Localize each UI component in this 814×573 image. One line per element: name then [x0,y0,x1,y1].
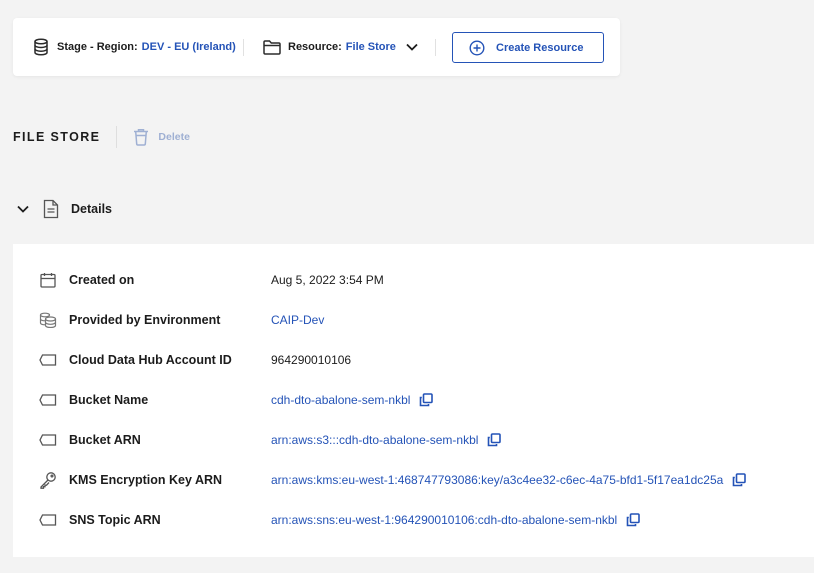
stage-region-value[interactable]: DEV - EU (Ireland) [142,41,236,53]
sns-topic-arn-link[interactable]: arn:aws:sns:eu-west-1:964290010106:cdh-d… [271,513,617,527]
create-resource-label: Create Resource [496,41,584,54]
resource-value[interactable]: File Store [346,41,396,53]
tag-icon [39,511,57,529]
delete-button[interactable]: Delete [133,128,190,146]
detail-label: Created on [69,273,135,287]
detail-row-bucket-arn: Bucket ARN arn:aws:s3:::cdh-dto-abalone-… [13,429,814,451]
detail-row-account-id: Cloud Data Hub Account ID 964290010106 [13,349,814,371]
calendar-icon [39,271,57,289]
detail-label: Bucket Name [69,393,149,407]
kms-key-arn-link[interactable]: arn:aws:kms:eu-west-1:468747793086:key/a… [271,473,723,487]
bucket-arn-link[interactable]: arn:aws:s3:::cdh-dto-abalone-sem-nkbl [271,433,478,447]
resource-label: Resource: [288,41,342,53]
details-header[interactable]: Details [15,196,112,222]
copy-icon[interactable] [487,433,502,447]
tag-icon [39,351,57,369]
create-resource-button[interactable]: Create Resource [452,32,604,63]
resource-selector[interactable]: Resource: File Store [263,18,418,76]
toolbar-divider [243,39,244,56]
detail-label: KMS Encryption Key ARN [69,473,223,487]
bucket-name-link[interactable]: cdh-dto-abalone-sem-nkbl [271,393,410,407]
key-icon [39,471,57,489]
copy-icon[interactable] [732,473,747,487]
detail-label: Provided by Environment [69,313,221,327]
trash-icon [133,128,149,146]
detail-row-environment: Provided by Environment CAIP-Dev [13,309,814,331]
detail-label: SNS Topic ARN [69,513,161,527]
detail-label: Cloud Data Hub Account ID [69,353,232,367]
document-icon [43,199,59,219]
details-card: Created on Aug 5, 2022 3:54 PM Provided … [13,244,814,557]
detail-row-created-on: Created on Aug 5, 2022 3:54 PM [13,269,814,291]
environment-link[interactable]: CAIP-Dev [271,313,324,327]
detail-row-bucket-name: Bucket Name cdh-dto-abalone-sem-nkbl [13,389,814,411]
detail-value-container: arn:aws:kms:eu-west-1:468747793086:key/a… [271,473,747,487]
detail-value-container: arn:aws:s3:::cdh-dto-abalone-sem-nkbl [271,433,502,447]
section-divider [116,126,118,148]
tag-icon [39,431,57,449]
detail-value-container: arn:aws:sns:eu-west-1:964290010106:cdh-d… [271,513,641,527]
chevron-down-icon[interactable] [406,43,418,51]
copy-icon[interactable] [626,513,641,527]
database-icon [33,38,49,56]
section-header: FILE STORE Delete [13,125,190,149]
copy-icon[interactable] [419,393,434,407]
detail-value-container: cdh-dto-abalone-sem-nkbl [271,393,434,407]
stage-region-label: Stage - Region: [57,41,138,53]
details-title: Details [71,202,112,216]
detail-value: 964290010106 [271,353,352,367]
folder-icon [263,39,281,55]
plus-circle-icon [469,39,485,56]
page-title: FILE STORE [13,130,101,144]
detail-label: Bucket ARN [69,433,141,447]
detail-row-kms-key-arn: KMS Encryption Key ARN arn:aws:kms:eu-we… [13,469,814,491]
detail-value: Aug 5, 2022 3:54 PM [271,273,384,287]
environment-icon [39,311,57,329]
toolbar-divider [435,39,436,56]
detail-row-sns-topic-arn: SNS Topic ARN arn:aws:sns:eu-west-1:9642… [13,509,814,531]
stage-region-selector[interactable]: Stage - Region: DEV - EU (Ireland) [33,18,236,76]
tag-icon [39,391,57,409]
chevron-down-icon[interactable] [17,205,29,213]
toolbar: Stage - Region: DEV - EU (Ireland) Resou… [13,18,620,76]
delete-label: Delete [158,131,190,143]
